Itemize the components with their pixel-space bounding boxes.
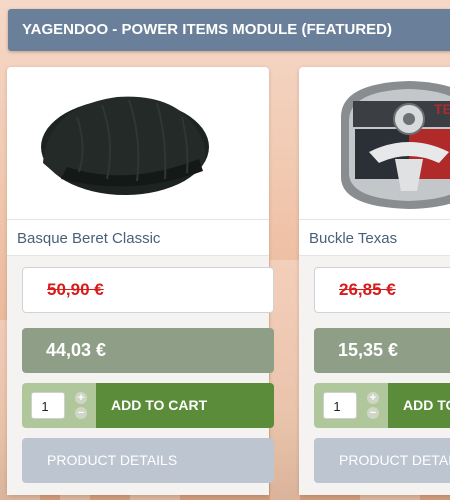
sale-price: 15,35 € — [314, 328, 450, 373]
plus-icon[interactable]: + — [75, 392, 87, 404]
add-to-cart-row: 1 + − ADD TO CART — [22, 383, 274, 428]
minus-icon[interactable]: − — [367, 407, 379, 419]
quantity-stepper: + − — [75, 391, 87, 421]
add-to-cart-button[interactable]: ADD TO CART — [388, 383, 450, 428]
add-to-cart-row: 1 + − ADD TO CART — [314, 383, 450, 428]
add-to-cart-button[interactable]: ADD TO CART — [96, 383, 274, 428]
product-card-2-controls: 26,85 € 15,35 € 1 + − ADD TO CART PRODUC… — [299, 67, 450, 495]
quantity-stepper: + − — [367, 391, 379, 421]
product-card-1-controls: 50,90 € 44,03 € 1 + − ADD TO CART PRODUC… — [7, 67, 274, 495]
product-details-button[interactable]: PRODUCT DETAILS — [22, 438, 274, 483]
old-price: 50,90 € — [22, 267, 274, 313]
quantity-input[interactable]: 1 — [31, 392, 65, 419]
sale-price: 44,03 € — [22, 328, 274, 373]
plus-icon[interactable]: + — [367, 392, 379, 404]
minus-icon[interactable]: − — [75, 407, 87, 419]
quantity-input[interactable]: 1 — [323, 392, 357, 419]
old-price: 26,85 € — [314, 267, 450, 313]
product-details-button[interactable]: PRODUCT DETAILS — [314, 438, 450, 483]
module-title: YAGENDOO - POWER ITEMS MODULE (FEATURED) — [8, 9, 450, 51]
page-background: YAGENDOO - POWER ITEMS MODULE (FEATURED)… — [0, 0, 450, 500]
